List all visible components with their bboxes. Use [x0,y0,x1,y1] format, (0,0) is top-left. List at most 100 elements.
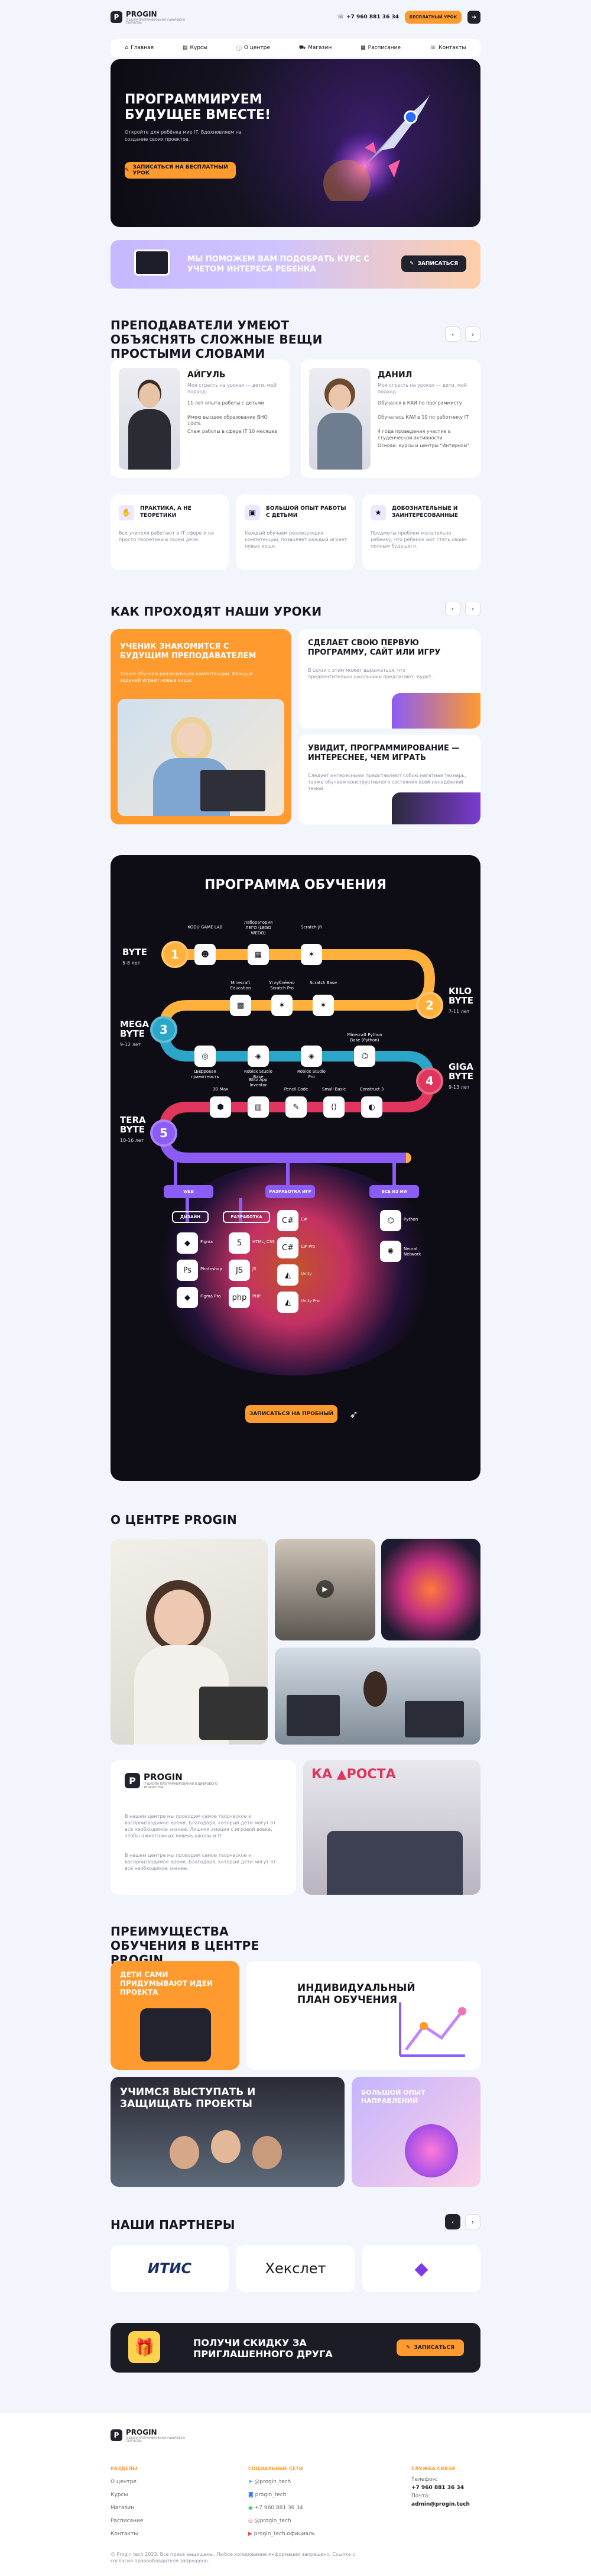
roblox-icon: ◈ [309,1051,314,1061]
menu-button[interactable]: ➜ [467,11,480,24]
vk-icon: ◙ [248,2492,255,2498]
footer-link[interactable]: Магазин [111,2501,143,2514]
program-signup-button[interactable]: ЗАПИСАТЬСЯ НА ПРОБНЫЙ [245,1405,337,1423]
course-tile[interactable]: ◈ [248,1046,269,1067]
lessons-next-button[interactable]: › [465,601,480,616]
footer-link[interactable]: ◙ progin_tech [248,2488,315,2501]
course-tile[interactable]: C# [277,1210,298,1231]
cart-icon: ⛟ [298,44,306,51]
footer-link[interactable]: О центре [111,2475,143,2488]
lesson-card: УВИДИТ, ПРОГРАММИРОВАНИЕ — ИНТЕРЕСНЕЕ, Ч… [298,734,480,824]
course-tile[interactable]: ◈ [301,1046,322,1067]
nav-item-courses[interactable]: ▤ Курсы [183,45,207,51]
course-tile[interactable]: ◐ [361,1096,382,1118]
footer-link[interactable]: Курсы [111,2488,143,2501]
course-tile[interactable]: ⌬ [380,1210,401,1231]
hero-signup-button[interactable]: ✎ ЗАПИСАТЬСЯ НА БЕСПЛАТНЫЙ УРОК [125,162,236,179]
logo-icon: P [111,11,122,23]
course-label: Neural Network [404,1247,421,1257]
youtube-icon: ▶ [248,2531,254,2537]
level-label-terabyte: TERA BYTE 10-16 лет [120,1115,146,1143]
course-label: Small Basic [322,1087,346,1092]
level-label-gigabyte: GIGA BYTE 9-13 лет [449,1062,473,1090]
chevron-left-icon: ‹ [451,330,454,338]
course-tile[interactable]: ✺ [380,1241,401,1262]
nav-item-contacts[interactable]: ☏ Контакты [430,45,466,51]
branch-web[interactable]: WEB [164,1185,213,1198]
feature-text: Каждый обучаем реализующие компетенции, … [245,530,348,549]
teachers-prev-button[interactable]: ‹ [445,326,460,342]
nav-item-home[interactable]: ⌂ Главная [125,45,154,51]
course-tile[interactable]: ◆ [177,1287,198,1308]
unity-icon: ◭ [285,1297,291,1307]
course-tile[interactable]: JS [229,1260,250,1281]
footer-link[interactable]: ➤ @progin_tech [248,2475,315,2488]
teacher-role: Моя страсть на уроках — дети, мой подход… [378,383,467,394]
footer-label: Телефон: [411,2477,438,2483]
teacher-fact: Обучалась КАИ в 10 по работнику IT [378,415,469,420]
python-icon: ⌬ [387,1216,394,1225]
php-icon: php [232,1293,247,1302]
footer-link[interactable]: ◉ +7 960 881 36 34 [248,2501,315,2514]
course-tile[interactable]: ☻ [194,944,216,965]
footer-link[interactable]: ▶ progin_tech.официаль [248,2528,315,2541]
partner-card[interactable]: ◆ [362,2245,480,2292]
branch-games[interactable]: РАЗРАБОТКА ИГР [265,1185,315,1198]
footer-phone[interactable]: +7 960 881 36 34 [411,2484,470,2492]
teachers-next-button[interactable]: › [465,326,480,342]
html-icon: 5 [236,1238,242,1248]
course-tile[interactable]: ▥ [248,1096,269,1118]
branch-development[interactable]: РАЗРАБОТКА [223,1211,270,1223]
course-tile[interactable]: ⟨⟩ [323,1096,345,1118]
python-icon: ⌬ [361,1051,368,1061]
header-cta-button[interactable]: БЕСПЛАТНЫЙ УРОК [405,11,462,24]
course-tile[interactable]: ✶ [301,944,322,965]
course-tile[interactable]: ◭ [277,1264,298,1286]
branch-ai[interactable]: ВСЕ ИЗ ИИ [369,1185,419,1198]
course-label: 3D Max [212,1087,229,1092]
course-tile[interactable]: ⬢ [210,1096,231,1118]
branch-design[interactable]: ДИЗАЙН [172,1211,209,1223]
play-icon[interactable]: ▶ [316,1580,334,1598]
logo[interactable]: P PROGIN IT-ШКОЛА ПРОГРАММИРОВАНИЯ И ЦИФ… [111,10,191,24]
footer-link[interactable]: Контакты [111,2528,143,2541]
nav-item-schedule[interactable]: ▦ Расписание [361,45,401,51]
course-tile[interactable]: ✎ [285,1096,307,1118]
scratch-icon: ✶ [278,1001,285,1010]
referral-signup-button[interactable]: ✎ ЗАПИСАТЬСЯ [397,2339,464,2356]
partner-card[interactable]: ИТИС [111,2245,229,2292]
partner-card[interactable]: Хекслет [236,2245,355,2292]
lessons-prev-button[interactable]: ‹ [445,601,460,616]
csharp-icon: C# [282,1243,294,1253]
course-tile[interactable]: 5 [229,1232,250,1254]
course-tile[interactable]: C# [277,1237,298,1258]
course-label: PHP [252,1294,261,1299]
course-label: Лаборатория ЛЕГО (LEGO WEDO) [243,920,273,936]
header-phone[interactable]: +7 960 881 36 34 [346,14,399,20]
nav-item-about[interactable]: ⓘ О центре [236,44,270,52]
footer-link[interactable]: Расписание [111,2514,143,2528]
course-tile[interactable]: Ps [177,1260,198,1281]
chevron-right-icon: › [471,2218,475,2226]
nav-item-shop[interactable]: ⛟ Магазин [299,45,332,51]
course-tile[interactable]: php [229,1287,250,1308]
course-tile[interactable]: ⌬ [354,1046,375,1067]
course-tile[interactable]: ✶ [271,995,293,1016]
level-node-5: 5 [150,1119,177,1147]
teacher-role: Моя страсть на уроках — дети, мой подход… [187,383,277,394]
partners-next-button[interactable]: › [465,2214,480,2229]
cursor-icon: ➶ [349,1409,359,1421]
partners-prev-button[interactable]: ‹ [445,2214,460,2229]
course-banner-button[interactable]: ✎ ЗАПИСАТЬСЯ [401,255,466,272]
course-tile[interactable]: ◆ [177,1232,198,1254]
telegram-icon: ➤ [248,2479,255,2485]
course-tile[interactable]: ◎ [194,1046,216,1067]
course-label: Roblox Studio Pro [297,1069,326,1079]
course-tile[interactable]: ▩ [230,995,251,1016]
course-tile[interactable]: ◭ [277,1292,298,1313]
advantage-card: УЧИМСЯ ВЫСТУПАТЬ И ЗАЩИЩАТЬ ПРОЕКТЫ [111,2077,345,2187]
course-tile[interactable]: ✶ [313,995,334,1016]
footer-email[interactable]: admin@progin.tech [411,2500,470,2509]
course-tile[interactable]: ▦ [248,944,269,965]
footer-link[interactable]: ◎ @progin_tech [248,2514,315,2528]
